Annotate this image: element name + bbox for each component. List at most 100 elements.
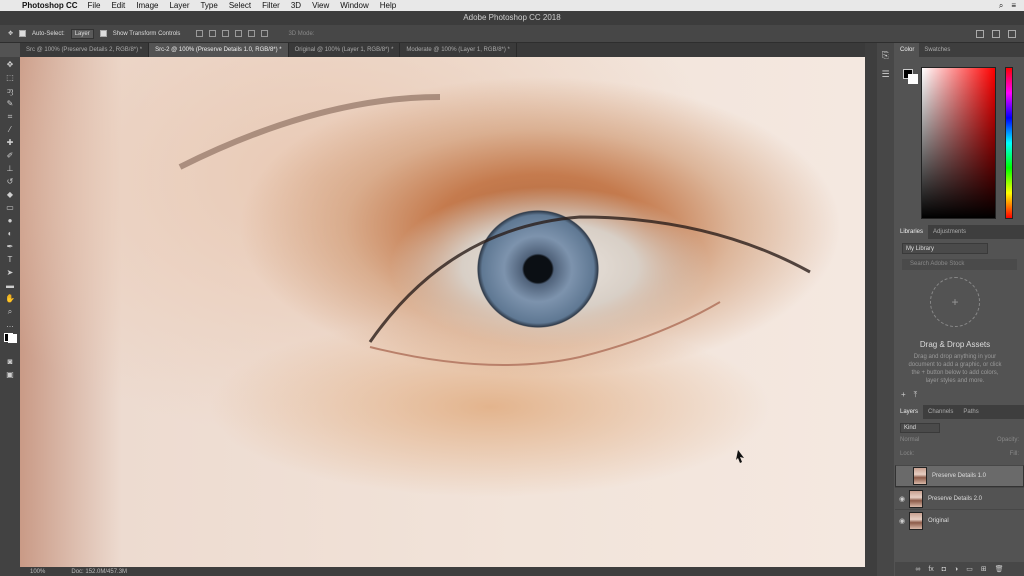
tab-swatches[interactable]: Swatches [919, 43, 955, 57]
library-dropdown[interactable]: My Library [902, 243, 988, 254]
libraries-footer: + ⤒ [895, 390, 1024, 404]
fill-label[interactable]: Fill: [1010, 451, 1019, 462]
doc-size[interactable]: Doc: 152.0M/457.3M [71, 569, 127, 575]
auto-select-checkbox[interactable] [19, 30, 27, 37]
blend-mode-dropdown[interactable]: Normal [900, 437, 919, 448]
transform-controls-checkbox[interactable] [99, 30, 107, 37]
type-tool-icon[interactable]: T [5, 255, 15, 264]
libraries-panel: Libraries Adjustments My Library Search … [895, 225, 1024, 405]
tab-moderate[interactable]: Moderate @ 100% (Layer 1, RGB/8*) * [400, 43, 517, 57]
kind-filter-dropdown[interactable]: Kind [900, 422, 940, 433]
opacity-label[interactable]: Opacity: [997, 437, 1019, 448]
workspace-icon[interactable] [992, 29, 1000, 38]
align-hcenter-icon[interactable] [248, 30, 256, 37]
zoom-tool-icon[interactable]: ⌕ [5, 307, 15, 316]
background-swatch[interactable] [908, 74, 918, 84]
tab-paths[interactable]: Paths [958, 405, 983, 419]
document-canvas[interactable] [20, 57, 865, 567]
tab-src-2[interactable]: Src-2 @ 100% (Preserve Details 1.0, RGB/… [149, 43, 289, 57]
stock-search-input[interactable]: Search Adobe Stock [902, 259, 1017, 270]
hue-slider[interactable] [1005, 67, 1013, 219]
menu-file[interactable]: File [88, 1, 101, 10]
quick-mask-icon[interactable]: ◙ [5, 357, 15, 366]
tab-channels[interactable]: Channels [923, 405, 958, 419]
menu-window[interactable]: Window [340, 1, 368, 10]
auto-select-dropdown[interactable]: Layer [70, 28, 94, 39]
history-brush-icon[interactable]: ↺ [5, 177, 15, 186]
blend-row: Normal Opacity: [900, 437, 1019, 448]
marquee-tool-icon[interactable]: ⬚ [5, 73, 15, 82]
lasso-tool-icon[interactable]: ᦀ [5, 86, 15, 95]
history-panel-icon[interactable]: ⎘ [881, 51, 891, 60]
layer-row[interactable]: ◉ Preserve Details 2.0 [895, 487, 1024, 509]
align-top-icon[interactable] [196, 30, 204, 37]
fx-icon[interactable]: fx [928, 566, 933, 573]
align-vcenter-icon[interactable] [209, 30, 217, 37]
move-tool-icon[interactable]: ✥ [5, 60, 15, 69]
layer-row[interactable]: Preserve Details 1.0 [895, 465, 1024, 487]
search-icon[interactable] [976, 29, 984, 38]
align-right-icon[interactable] [261, 30, 269, 37]
align-left-icon[interactable] [235, 30, 243, 37]
color-swatches[interactable] [3, 333, 17, 353]
libraries-panel-tabs: Libraries Adjustments [895, 225, 1024, 239]
tab-adjustments[interactable]: Adjustments [928, 225, 971, 239]
pen-tool-icon[interactable]: ✒ [5, 242, 15, 251]
menu-layer[interactable]: Layer [169, 1, 189, 10]
crop-tool-icon[interactable]: ⌗ [5, 112, 15, 121]
menu-image[interactable]: Image [136, 1, 158, 10]
menu-view[interactable]: View [312, 1, 329, 10]
zoom-level[interactable]: 100% [30, 569, 45, 575]
tab-color[interactable]: Color [895, 43, 920, 57]
gradient-tool-icon[interactable]: ▭ [5, 203, 15, 212]
tab-src[interactable]: Src @ 100% (Preserve Details 2, RGB/8*) … [20, 43, 150, 57]
group-icon[interactable]: ▭ [966, 565, 973, 573]
path-select-tool-icon[interactable]: ➤ [5, 268, 15, 277]
add-content-icon[interactable]: + [901, 390, 906, 404]
menu-select[interactable]: Select [229, 1, 251, 10]
mask-icon[interactable]: ◘ [942, 566, 946, 573]
menu-extras-icon[interactable]: ≡ [1011, 1, 1016, 11]
share-icon[interactable] [1008, 29, 1016, 38]
brush-tool-icon[interactable]: ✐ [5, 151, 15, 160]
tab-layers[interactable]: Layers [895, 405, 924, 419]
move-tool-icon[interactable]: ✥ [8, 30, 13, 37]
color-field[interactable] [921, 67, 996, 219]
menu-filter[interactable]: Filter [262, 1, 280, 10]
shape-tool-icon[interactable]: ▬ [5, 281, 15, 290]
layers-panel: Layers Channels Paths Kind Normal Opacit… [895, 405, 1024, 576]
link-layers-icon[interactable]: ∞ [915, 566, 920, 573]
menu-help[interactable]: Help [380, 1, 396, 10]
background-color[interactable] [7, 334, 17, 343]
eraser-tool-icon[interactable]: ◆ [5, 190, 15, 199]
search-icon[interactable]: ⌕ [999, 1, 1003, 11]
healing-tool-icon[interactable]: ✚ [5, 138, 15, 147]
align-buttons [196, 30, 269, 37]
stamp-tool-icon[interactable]: ⊥ [5, 164, 15, 173]
upload-icon[interactable]: ⤒ [914, 390, 918, 404]
properties-panel-icon[interactable]: ☰ [881, 70, 891, 79]
app-menu[interactable]: Photoshop CC [22, 1, 78, 10]
screen-mode-icon[interactable]: ▣ [5, 370, 15, 379]
menu-edit[interactable]: Edit [111, 1, 125, 10]
drop-zone-icon: + [930, 277, 980, 327]
menu-3d[interactable]: 3D [291, 1, 301, 10]
color-panel-tabs: Color Swatches [895, 43, 1024, 57]
tools-panel: ✥ ⬚ ᦀ ✎ ⌗ ⁄ ✚ ✐ ⊥ ↺ ◆ ▭ ● ◐ ✒ T ➤ ▬ ✋ ⌕ … [0, 57, 20, 576]
eye-icon[interactable]: ◉ [895, 495, 909, 503]
eyedropper-tool-icon[interactable]: ⁄ [5, 125, 15, 134]
dodge-tool-icon[interactable]: ◐ [5, 229, 15, 238]
hand-tool-icon[interactable]: ✋ [5, 294, 15, 303]
adjustment-icon[interactable]: ◑ [954, 566, 958, 573]
blur-tool-icon[interactable]: ● [5, 216, 15, 225]
more-tools-icon[interactable]: … [5, 320, 15, 329]
menu-type[interactable]: Type [200, 1, 217, 10]
align-bottom-icon[interactable] [222, 30, 230, 37]
new-layer-icon[interactable]: ⊞ [981, 565, 987, 573]
eye-icon[interactable]: ◉ [895, 517, 909, 525]
tab-original[interactable]: Original @ 100% (Layer 1, RGB/8*) * [289, 43, 401, 57]
tab-libraries[interactable]: Libraries [895, 225, 929, 239]
quick-select-tool-icon[interactable]: ✎ [5, 99, 15, 108]
layer-row[interactable]: ◉ Original [895, 509, 1024, 531]
trash-icon[interactable]: 🗑 [995, 565, 1004, 573]
